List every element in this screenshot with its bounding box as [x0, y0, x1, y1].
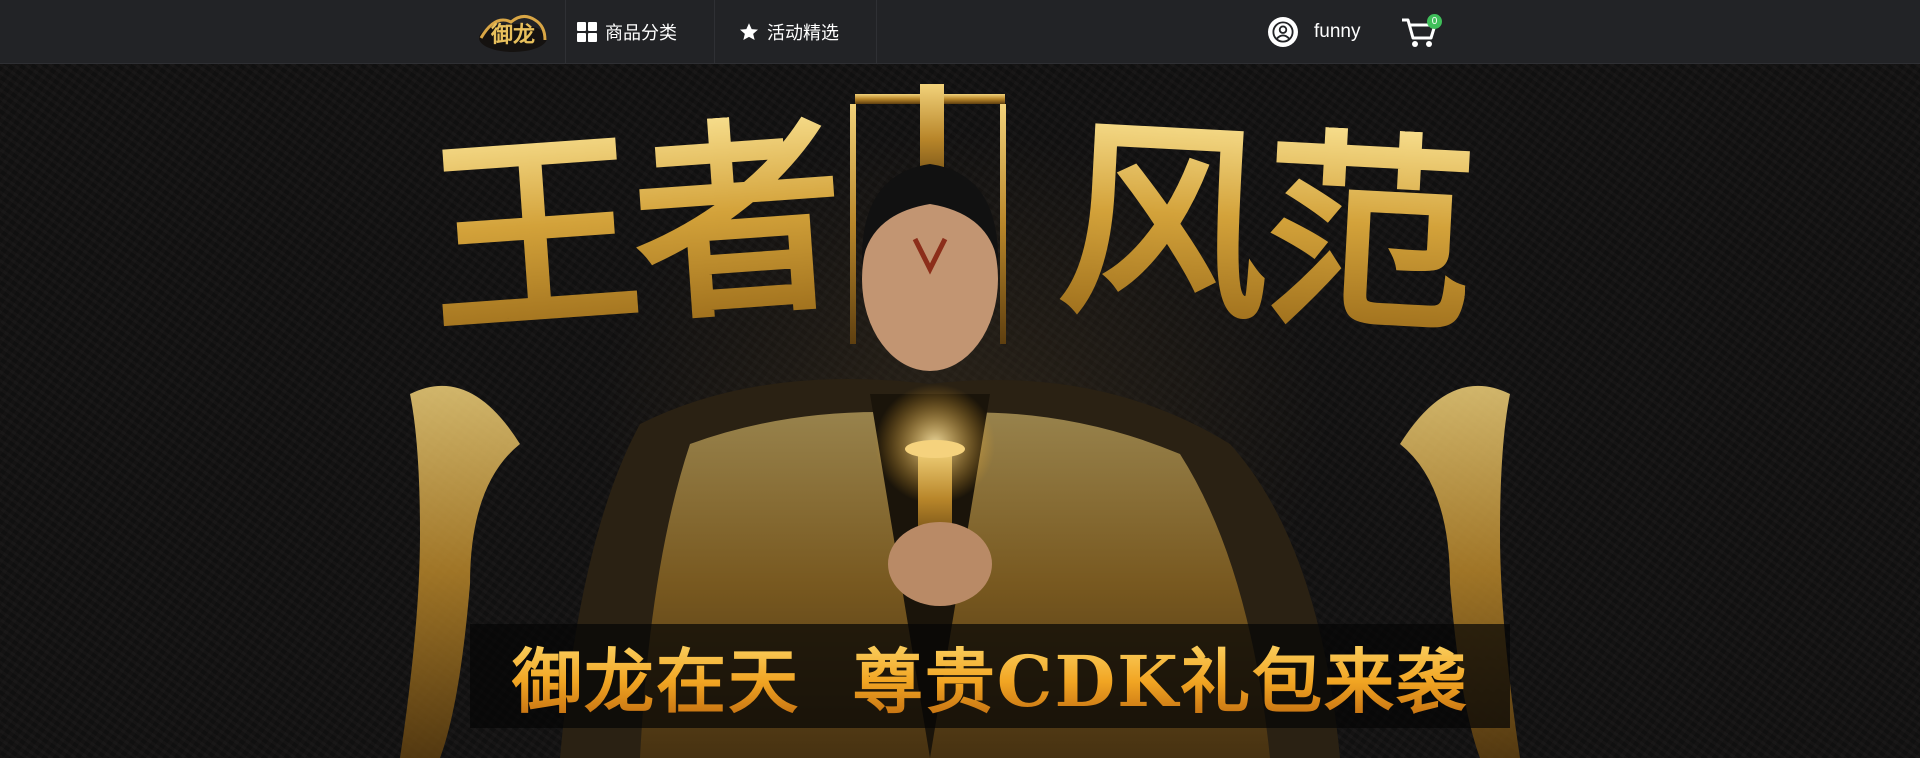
- user-icon: [1268, 17, 1298, 47]
- slogan-banner: 御龙在天 尊贵CDK礼包来袭: [470, 624, 1510, 728]
- hero-title-left: 王者: [421, 91, 847, 366]
- nav-categories-label: 商品分类: [605, 23, 677, 43]
- nav-divider: [565, 0, 566, 64]
- logo-text: 御龙: [490, 22, 535, 48]
- nav-categories[interactable]: 商品分类: [577, 0, 707, 64]
- cart-count-badge: 0: [1427, 14, 1442, 29]
- user-menu[interactable]: funny: [1268, 0, 1360, 64]
- site-logo[interactable]: 御龙: [475, 8, 551, 56]
- grid-icon: [577, 22, 597, 42]
- nav-activities[interactable]: 活动精选: [739, 0, 839, 64]
- star-icon: [739, 22, 759, 42]
- nav-divider: [714, 0, 715, 64]
- navbar-inner: 御龙 商品分类 活动精选 funny 0: [165, 0, 1755, 64]
- slogan-text: 御龙在天 尊贵CDK礼包来袭: [512, 626, 1468, 727]
- nav-divider: [876, 0, 877, 64]
- hero-title-right: 风范: [1053, 94, 1475, 363]
- hero-banner[interactable]: 王者 风范 御龙在天 尊贵CDK礼包来袭: [0, 64, 1920, 758]
- username: funny: [1314, 21, 1361, 42]
- top-navbar: 御龙 商品分类 活动精选 funny 0: [0, 0, 1920, 64]
- nav-activities-label: 活动精选: [767, 23, 839, 43]
